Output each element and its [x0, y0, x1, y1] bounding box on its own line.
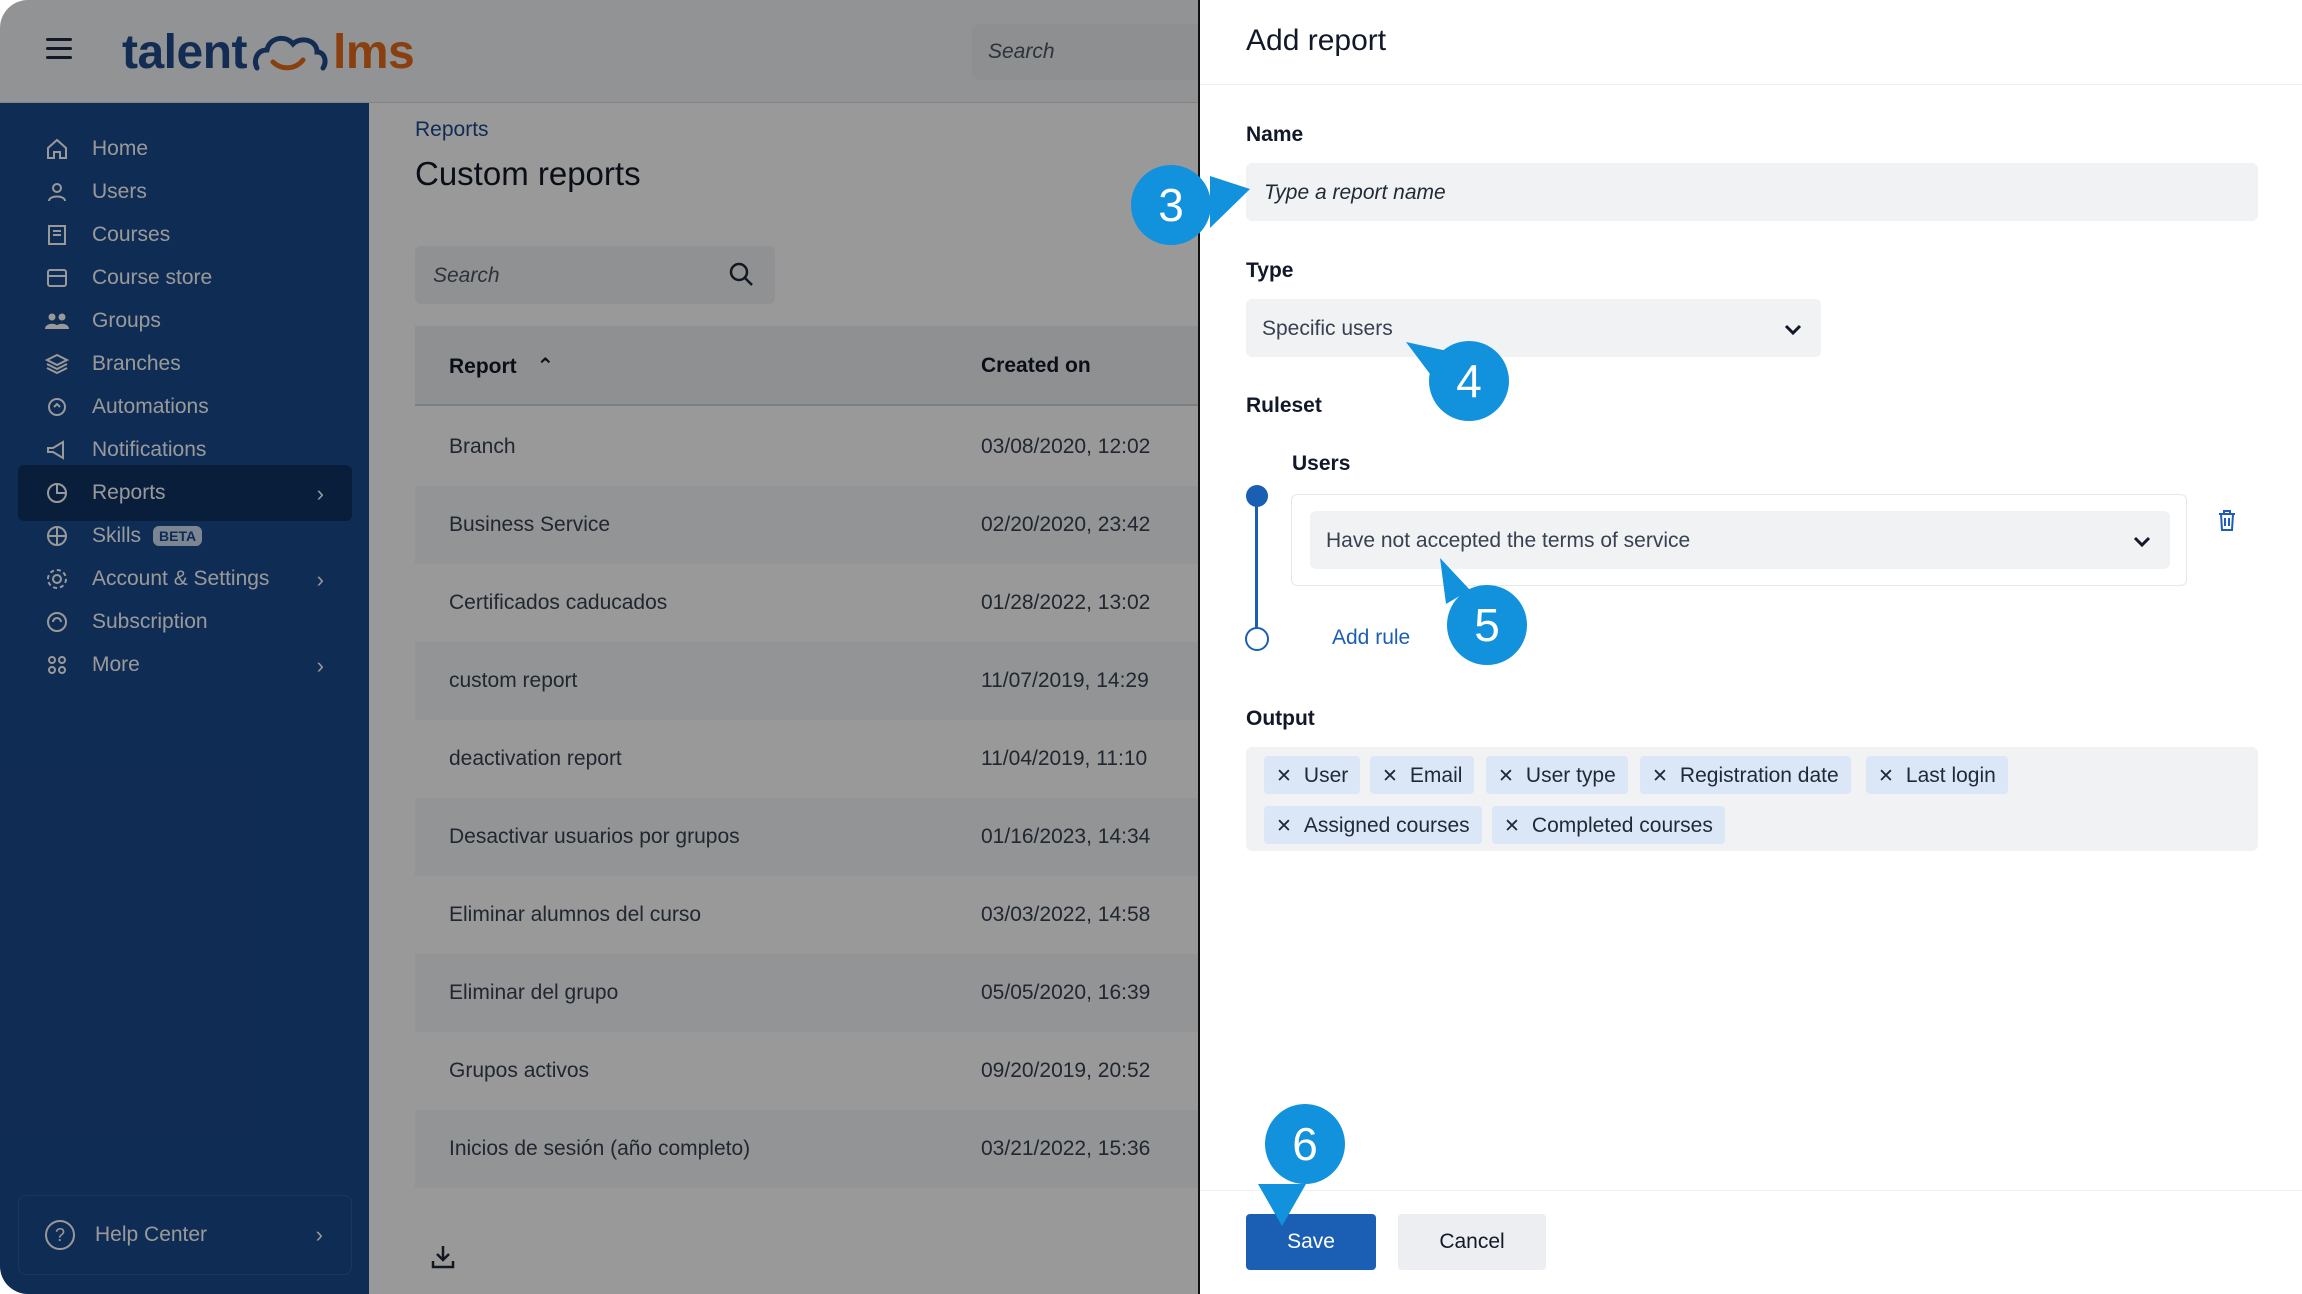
output-label: Output: [1246, 707, 1315, 730]
name-label: Name: [1246, 123, 1304, 146]
ruleset-label: Ruleset: [1246, 394, 1322, 417]
cancel-button[interactable]: Cancel: [1398, 1214, 1546, 1270]
divider: [1200, 84, 2302, 85]
rule-select[interactable]: Have not accepted the terms of service: [1310, 511, 2170, 569]
output-tag-assigned-courses[interactable]: ✕ Assigned courses: [1264, 806, 1482, 844]
callout-step-6: 6: [1265, 1104, 1345, 1184]
add-rule-link[interactable]: Add rule: [1332, 626, 1410, 650]
callout-step-4: 4: [1429, 341, 1509, 421]
ruleset-add-node: [1245, 627, 1269, 651]
remove-tag-icon[interactable]: ✕: [1276, 766, 1292, 787]
modal-overlay[interactable]: [0, 0, 1198, 1294]
output-tag-email[interactable]: ✕ Email: [1370, 756, 1475, 794]
divider: [1200, 1190, 2302, 1191]
output-tag-registration-date[interactable]: ✕ Registration date: [1640, 756, 1851, 794]
type-select-value: Specific users: [1262, 317, 1393, 340]
add-report-drawer: Add report Name Type a report name Type …: [1198, 0, 2302, 1294]
remove-tag-icon[interactable]: ✕: [1382, 766, 1398, 787]
callout-step-3: 3: [1131, 165, 1211, 245]
type-label: Type: [1246, 259, 1294, 282]
output-tag-last-login[interactable]: ✕ Last login: [1866, 756, 2008, 794]
chevron-down-icon: [2132, 531, 2152, 555]
callout-step-5: 5: [1447, 585, 1527, 665]
rule-select-value: Have not accepted the terms of service: [1326, 529, 1691, 552]
save-button[interactable]: Save: [1246, 1214, 1376, 1270]
ruleset-node: [1246, 485, 1268, 507]
remove-tag-icon[interactable]: ✕: [1504, 816, 1520, 837]
remove-tag-icon[interactable]: ✕: [1878, 766, 1894, 787]
output-tag-user-type[interactable]: ✕ User type: [1486, 756, 1628, 794]
output-tag-user[interactable]: ✕ User: [1264, 756, 1361, 794]
ruleset-connector: [1255, 497, 1258, 637]
type-select[interactable]: Specific users: [1246, 299, 1821, 357]
app-window: talent lms Search Home Users Courses Cou…: [0, 0, 2302, 1294]
remove-tag-icon[interactable]: ✕: [1498, 766, 1514, 787]
remove-tag-icon[interactable]: ✕: [1276, 816, 1292, 837]
output-tag-completed-courses[interactable]: ✕ Completed courses: [1492, 806, 1725, 844]
rule-group-label: Users: [1292, 452, 1351, 475]
chevron-down-icon: [1783, 319, 1803, 343]
remove-tag-icon[interactable]: ✕: [1652, 766, 1668, 787]
drawer-title: Add report: [1246, 24, 1387, 57]
report-name-input[interactable]: Type a report name: [1246, 163, 2258, 221]
trash-icon[interactable]: [2216, 508, 2238, 537]
